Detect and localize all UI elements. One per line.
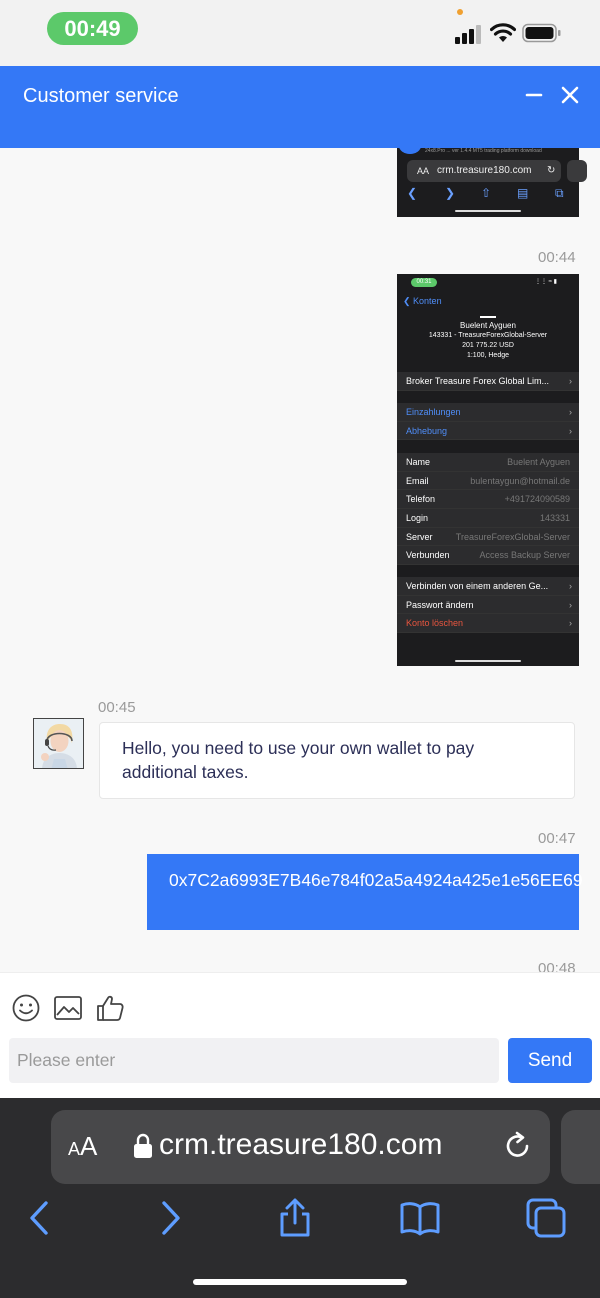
cellular-signal-icon [455, 25, 481, 44]
page-title: Customer service [23, 85, 179, 107]
bookmarks-icon: ▤ [517, 186, 529, 200]
tabs-icon[interactable] [526, 1198, 566, 1238]
bookmarks-icon[interactable] [400, 1198, 440, 1238]
mini-status-icons: ⋮⋮ ≈ ▮ [535, 279, 557, 285]
close-icon[interactable] [558, 83, 582, 107]
message-timestamp: 00:48 [538, 960, 576, 972]
chat-header: Customer service [0, 66, 600, 148]
tabs-icon: ⧉ [555, 186, 564, 200]
lock-icon [134, 1133, 152, 1158]
image-message-account-screenshot[interactable]: 00:31 ⋮⋮ ≈ ▮ ❮ Konten Buelent Ayguen 143… [397, 274, 579, 666]
back-icon: ❮ [407, 186, 418, 200]
home-indicator [193, 1279, 407, 1285]
forward-icon: ❯ [445, 186, 456, 200]
privacy-indicator-icon [457, 9, 463, 15]
screenshot-url-text: crm.treasure180.com [437, 165, 532, 176]
browser-toolbar: AA crm.treasure180.com [0, 1098, 600, 1298]
screenshot-detail-row: Name Buelent Ayguen [397, 453, 579, 472]
agent-avatar-image [34, 719, 83, 768]
message-timestamp: 00:47 [538, 830, 576, 847]
next-tab-preview[interactable] [561, 1110, 600, 1184]
screenshot-detail-row: Login 143331 [397, 509, 579, 528]
status-bar: 00:49 [0, 0, 600, 66]
send-button[interactable]: Send [508, 1038, 592, 1083]
screenshot-tiny-text: 24x8.Pro ... ver 1.4.4 MT5 trading platf… [425, 148, 542, 154]
blue-dot-icon [399, 148, 421, 154]
reload-icon[interactable] [502, 1130, 534, 1162]
message-input[interactable] [9, 1038, 499, 1083]
chat-messages[interactable]: 24x8.Pro ... ver 1.4.4 MT5 trading platf… [0, 148, 600, 972]
image-message-browser-screenshot[interactable]: 24x8.Pro ... ver 1.4.4 MT5 trading platf… [397, 148, 587, 217]
address-bar[interactable]: AA crm.treasure180.com [51, 1110, 550, 1184]
user-message-bubble: 0x7C2a6993E7B46e784f02a5a4924a425e1e56EE… [147, 854, 583, 930]
share-icon: ⇧ [481, 186, 492, 200]
message-timestamp: 00:44 [538, 249, 576, 266]
screenshot-nav: ❮ ❯ ⇧ ▤ ⧉ [397, 184, 579, 204]
agent-message-bubble: Hello, you need to use your own wallet t… [99, 722, 575, 799]
back-icon[interactable] [20, 1198, 60, 1238]
message-timestamp: 00:45 [98, 699, 136, 716]
account-profile: Buelent Ayguen 143331 - TreasureForexGlo… [397, 316, 579, 361]
thumbs-up-icon[interactable] [95, 993, 125, 1023]
emoji-icon[interactable] [11, 993, 41, 1023]
message-composer: Send [0, 972, 600, 1098]
minimize-icon[interactable] [523, 83, 547, 107]
agent-avatar [33, 718, 84, 769]
wifi-icon [490, 23, 516, 42]
screenshot-detail-row: Telefon +491724090589 [397, 490, 579, 510]
share-icon[interactable] [275, 1198, 315, 1238]
reader-options-button[interactable]: AA [68, 1131, 97, 1162]
status-time: 00:49 [47, 12, 138, 45]
forward-icon[interactable] [150, 1198, 190, 1238]
screenshot-detail-row: Verbunden Access Backup Server [397, 546, 579, 566]
image-icon[interactable] [53, 993, 83, 1023]
screenshot-detail-row: Email bulentaygun@hotmail.de [397, 472, 579, 491]
screenshot-detail-row: Server TreasureForexGlobal-Server [397, 528, 579, 547]
reload-icon: ↻ [547, 165, 556, 176]
back-link: ❮ Konten [403, 296, 442, 306]
battery-icon [522, 23, 561, 43]
address-text: crm.treasure180.com [159, 1128, 443, 1161]
screenshot-url-bar: AA crm.treasure180.com ↻ [407, 160, 561, 182]
